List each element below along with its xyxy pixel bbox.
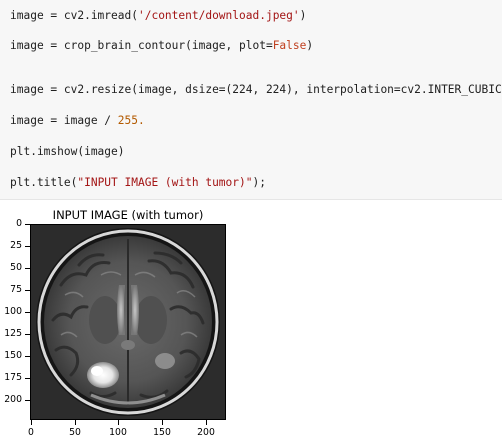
y-tick-mark: [25, 378, 30, 379]
y-tick-mark: [25, 290, 30, 291]
plot-title: INPUT IMAGE (with tumor): [52, 208, 204, 222]
x-tick-mark: [206, 420, 207, 425]
code-line-3[interactable]: image = cv2.resize(image, dsize=(224, 22…: [10, 82, 502, 98]
code-token: );: [252, 176, 266, 189]
y-tick-label: 100: [4, 306, 22, 317]
y-tick-label: 200: [4, 394, 22, 405]
code-line-4[interactable]: image = image / 255.: [10, 113, 145, 129]
y-tick-label: 0: [16, 218, 22, 229]
x-tick-label: 100: [109, 427, 127, 438]
y-tick-mark: [25, 334, 30, 335]
x-tick-label: 150: [153, 427, 171, 438]
y-tick-label: 75: [10, 284, 22, 295]
code-line-2[interactable]: image = crop_brain_contour(image, plot=F…: [10, 38, 313, 54]
code-token: image = image /: [10, 114, 118, 127]
y-tick-mark: [25, 312, 30, 313]
code-token: plt.title(: [10, 176, 78, 189]
x-tick-mark: [118, 420, 119, 425]
x-tick-label: 200: [197, 427, 215, 438]
code-line-6[interactable]: plt.title("INPUT IMAGE (with tumor)");: [10, 175, 266, 191]
code-token: ): [306, 39, 314, 52]
brain-mri-image: [31, 225, 225, 419]
y-tick-label: 125: [4, 328, 22, 339]
y-tick-label: 175: [4, 372, 22, 383]
code-token: False: [272, 39, 307, 52]
y-tick-label: 150: [4, 350, 22, 361]
x-tick-mark: [31, 420, 32, 425]
y-tick-mark: [25, 268, 30, 269]
image-axes: [30, 224, 226, 420]
y-tick-mark: [25, 224, 30, 225]
code-token: "INPUT IMAGE (with tumor)": [77, 176, 253, 189]
code-token: image = crop_brain_contour(image, plot=: [10, 39, 273, 52]
x-tick-mark: [162, 420, 163, 425]
y-tick-mark: [25, 400, 30, 401]
code-line-5[interactable]: plt.imshow(image): [10, 144, 125, 160]
y-tick-label: 25: [10, 240, 22, 251]
code-token: 255.: [117, 114, 145, 127]
y-tick-label: 50: [10, 262, 22, 273]
cell-output: INPUT IMAGE (with tumor) 0 25 50 75 100 …: [0, 200, 502, 446]
code-line-1[interactable]: image = cv2.imread('/content/download.jp…: [10, 8, 306, 24]
x-tick-label: 50: [69, 427, 81, 438]
code-cell[interactable]: image = cv2.imread('/content/download.jp…: [0, 0, 502, 200]
y-tick-mark: [25, 246, 30, 247]
code-token: ): [299, 9, 307, 22]
code-token: image = cv2.resize(image, dsize=(224, 22…: [10, 83, 502, 96]
code-token: plt.imshow(image): [10, 145, 125, 158]
code-token: '/content/download.jpeg': [137, 9, 300, 22]
code-token: image = cv2.imread(: [10, 9, 138, 22]
y-tick-mark: [25, 356, 30, 357]
x-tick-mark: [75, 420, 76, 425]
x-tick-label: 0: [28, 427, 34, 438]
